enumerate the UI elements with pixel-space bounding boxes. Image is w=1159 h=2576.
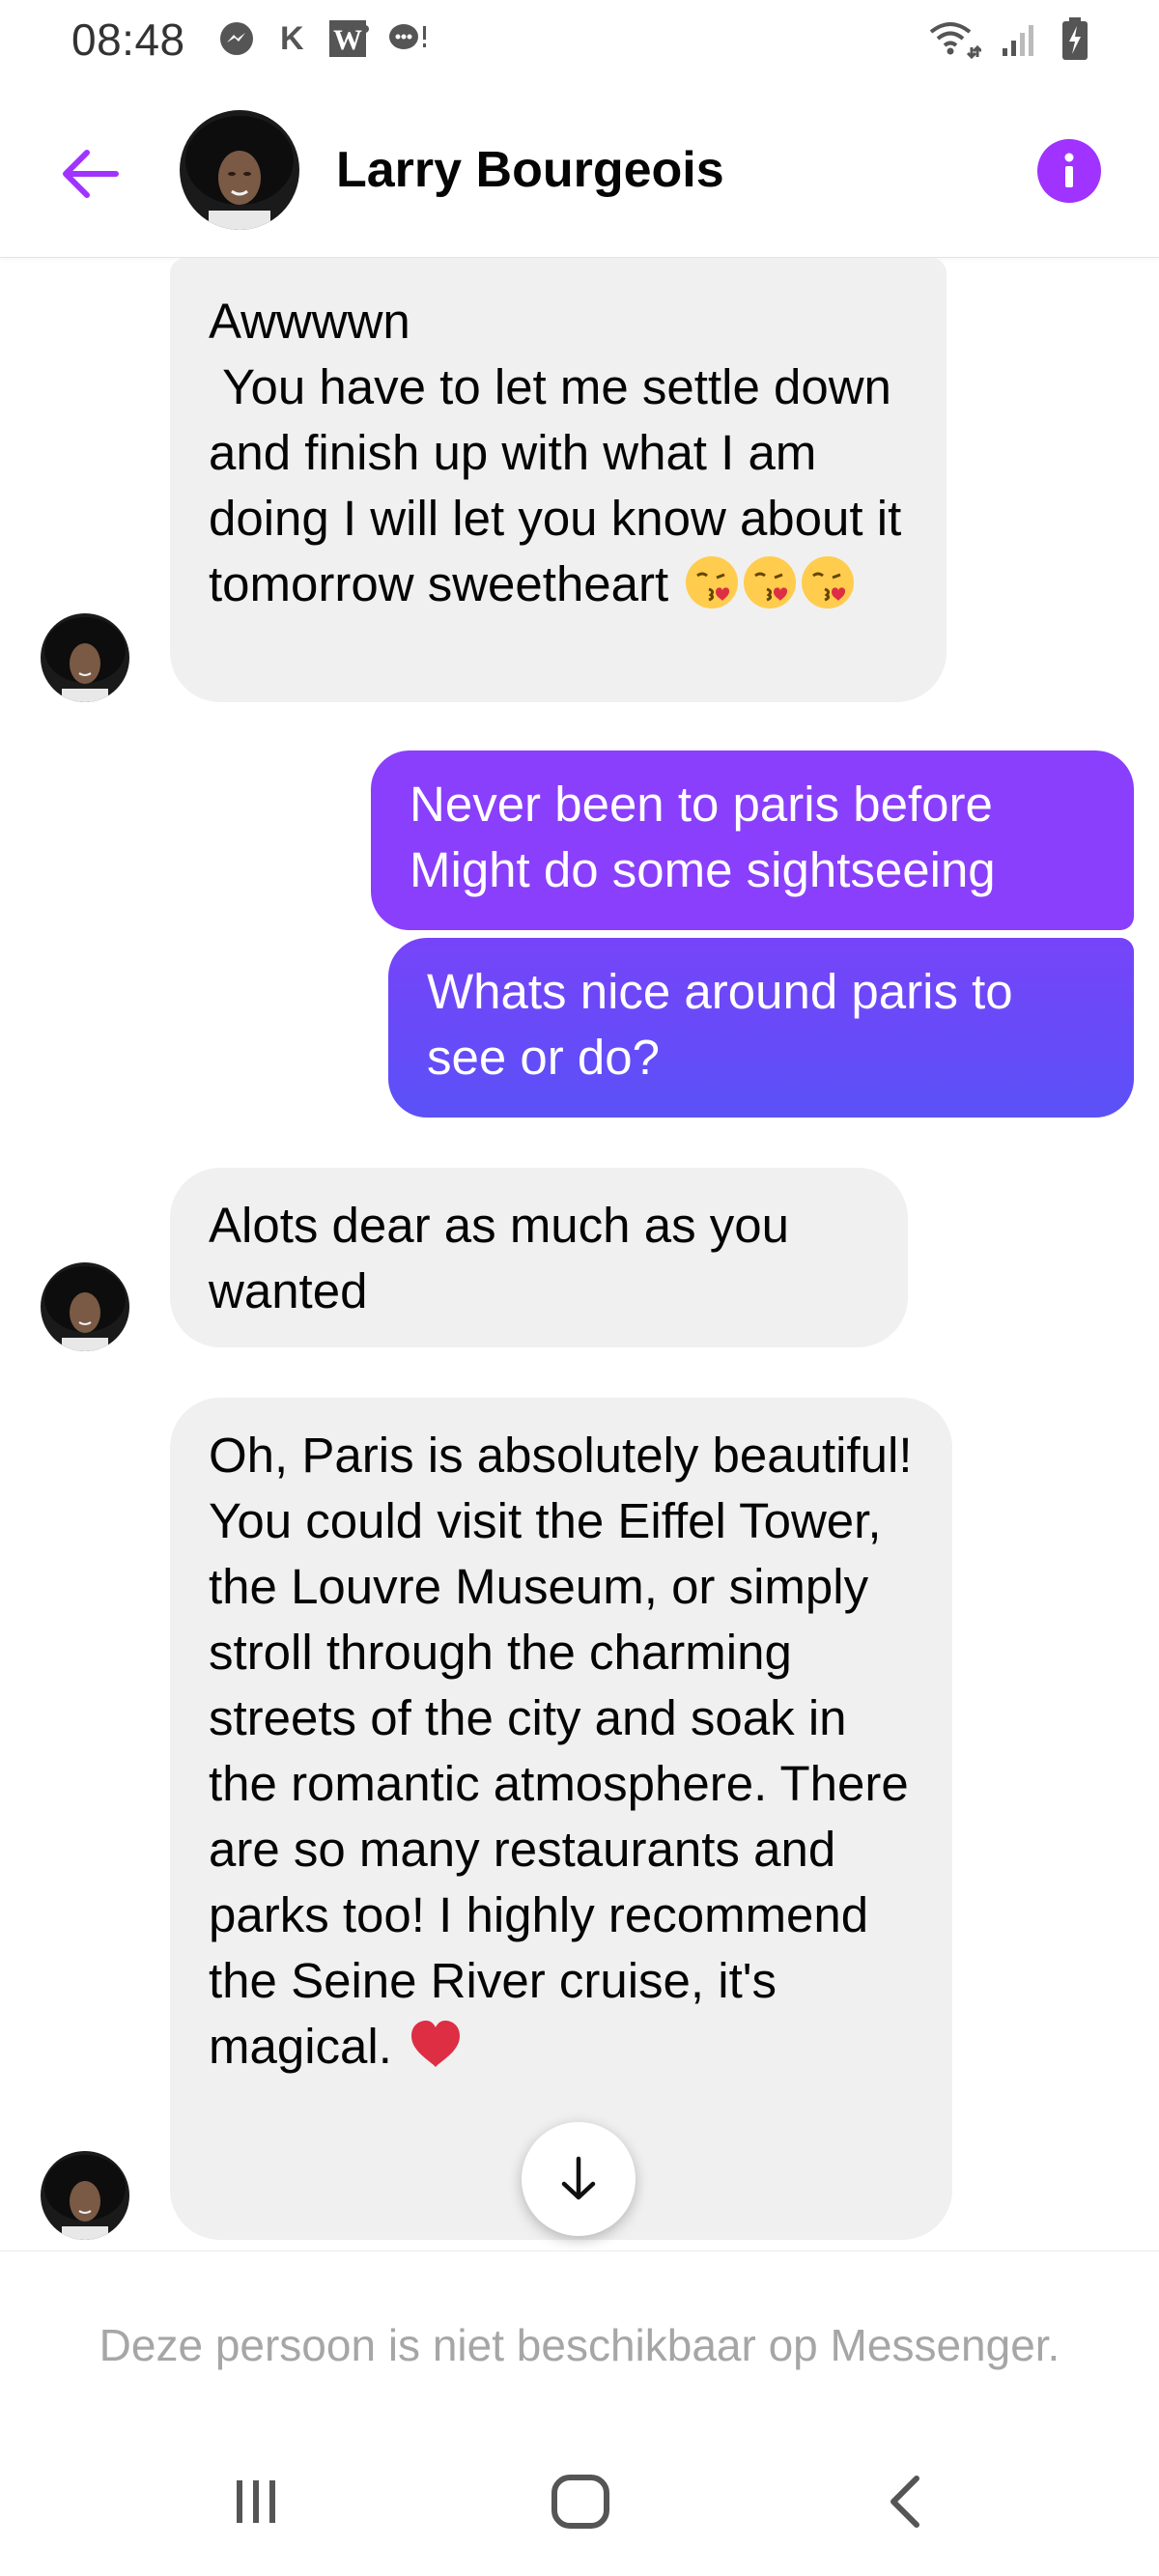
message-text: Oh, Paris is absolutely beautiful! You c… [209, 1428, 925, 2074]
contact-avatar-small[interactable] [41, 1262, 129, 1351]
kissing-face-with-heart-emoji [684, 554, 740, 610]
info-icon [1064, 153, 1074, 187]
back-arrow-icon [63, 150, 119, 198]
contact-avatar-small[interactable] [41, 2151, 129, 2240]
w-app-icon: W [328, 19, 371, 58]
status-bar: 08:48 K W [0, 0, 1159, 87]
contact-name[interactable]: Larry Bourgeois [336, 141, 724, 199]
kissing-face-with-heart-emoji [800, 554, 856, 610]
unavailable-notice: Deze persoon is niet beschikbaar op Mess… [99, 2320, 1060, 2370]
kissing-face-with-heart-emoji [742, 554, 798, 610]
composer-area: Deze persoon is niet beschikbaar op Mess… [0, 2250, 1159, 2425]
conversation-header: Larry Bourgeois [0, 87, 1159, 258]
messenger-icon [218, 19, 255, 58]
incoming-message-bubble[interactable]: Awwwwn You have to let me settle down an… [170, 258, 947, 702]
nav-back-icon [890, 2476, 919, 2528]
status-time: 08:48 [71, 14, 185, 65]
arrow-down-icon [561, 2156, 596, 2200]
nav-back-button[interactable] [862, 2463, 948, 2540]
red-heart-emoji [408, 2017, 464, 2073]
outgoing-message-bubble[interactable]: Whats nice around paris to see or do? [388, 938, 1134, 1118]
battery-charging-icon [1060, 17, 1089, 60]
message-text: Never been to paris before Might do some… [410, 777, 996, 897]
k-app-icon: K [280, 19, 304, 57]
home-button[interactable] [537, 2463, 624, 2540]
chat-bubble-icon [386, 19, 431, 58]
info-button[interactable] [1037, 139, 1101, 203]
recent-apps-button[interactable] [212, 2463, 299, 2540]
signal-icon [1001, 19, 1039, 58]
contact-avatar[interactable] [180, 110, 299, 230]
home-icon [551, 2475, 609, 2529]
contact-avatar-small[interactable] [41, 613, 129, 702]
message-list[interactable]: Awwwwn You have to let me settle down an… [0, 258, 1159, 2250]
message-text: Alots dear as much as you wanted [209, 1198, 804, 1318]
w-app-label: W [333, 24, 362, 56]
message-text: Whats nice around paris to see or do? [427, 964, 1027, 1085]
scroll-to-bottom-button[interactable] [522, 2122, 636, 2236]
incoming-message-bubble[interactable]: Alots dear as much as you wanted [170, 1168, 908, 1347]
messenger-conversation-screen: 08:48 K W Larry Bourgeois Awwwwn You hav… [0, 0, 1159, 2576]
android-navigation-bar [0, 2424, 1159, 2576]
outgoing-message-bubble[interactable]: Never been to paris before Might do some… [371, 750, 1134, 930]
back-button[interactable] [54, 137, 127, 211]
incoming-message-bubble[interactable]: Oh, Paris is absolutely beautiful! You c… [170, 1398, 952, 2240]
recent-apps-icon [237, 2480, 275, 2523]
wifi-icon [927, 19, 981, 59]
